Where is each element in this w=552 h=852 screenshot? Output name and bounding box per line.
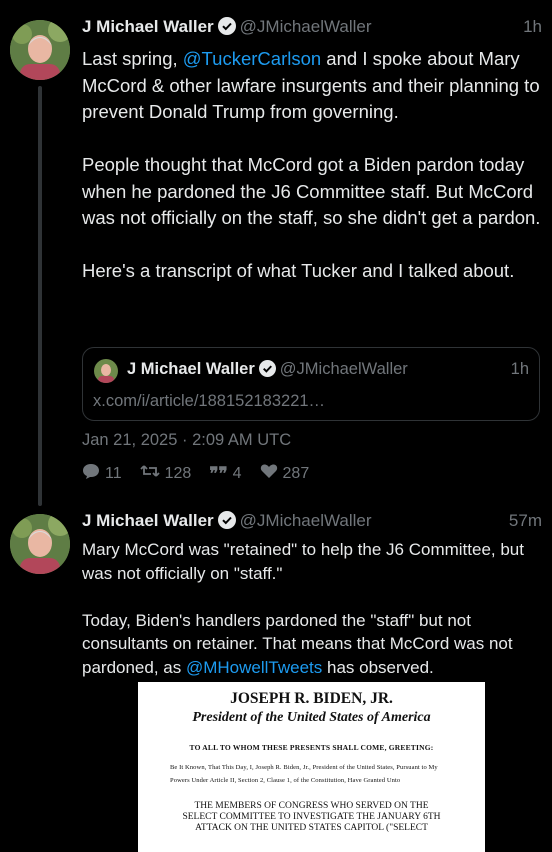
tweet-header: J Michael Waller @JMichaelWaller 1h	[82, 17, 542, 41]
document-greeting: TO ALL TO WHOM THESE PRESENTS SHALL COME…	[189, 743, 434, 752]
tweet-text-part: Mary McCord was "retained" to help the J…	[82, 540, 524, 677]
quote-time: 1h	[510, 360, 529, 378]
tweet-timestamp[interactable]: Jan 21, 2025 · 2:09 AM UTC	[82, 431, 291, 450]
reply-button[interactable]: 11	[82, 463, 122, 484]
document-subtitle: President of the United States of Americ…	[192, 710, 431, 725]
tweet-text-part: Last spring,	[82, 48, 183, 69]
quote-icon: ❞❞	[209, 463, 228, 483]
quote-button[interactable]: ❞❞ 4	[209, 464, 241, 484]
author-name[interactable]: J Michael Waller	[82, 511, 214, 530]
quote-author-handle: @JMichaelWaller	[279, 360, 408, 378]
quoted-tweet[interactable]: J Michael Waller @JMichaelWaller 1h x.com…	[82, 347, 540, 421]
tweet-text-part: has observed.	[322, 657, 434, 677]
tweet-time[interactable]: 1h	[523, 17, 542, 37]
author-handle[interactable]: @JMichaelWaller	[240, 17, 372, 36]
tweet-text-part: and I spoke about Mary McCord & other la…	[82, 48, 541, 281]
tweet-text: Mary McCord was "retained" to help the J…	[82, 538, 542, 679]
retweet-icon	[139, 463, 160, 484]
reply-icon	[82, 463, 100, 484]
like-count: 287	[282, 464, 310, 482]
tweet-header: J Michael Waller @JMichaelWaller 57m	[82, 511, 542, 535]
author-handle[interactable]: @JMichaelWaller	[240, 511, 372, 530]
thread-line	[38, 86, 42, 506]
verified-icon	[258, 360, 276, 382]
avatar[interactable]	[10, 514, 70, 574]
document-title: JOSEPH R. BIDEN, JR.	[230, 690, 393, 707]
author-name[interactable]: J Michael Waller	[82, 17, 214, 36]
mention-link[interactable]: @MHowellTweets	[186, 658, 322, 677]
like-button[interactable]: 287	[260, 463, 310, 484]
quote-count: 4	[232, 464, 242, 482]
quote-header: J Michael Waller @JMichaelWaller 1h	[127, 360, 529, 382]
tweet-text: Last spring, @TuckerCarlson and I spoke …	[82, 46, 542, 285]
verified-icon	[217, 17, 236, 40]
retweet-button[interactable]: 128	[139, 463, 192, 484]
quote-author-name: J Michael Waller	[127, 360, 255, 378]
quote-avatar	[94, 359, 118, 383]
mention-link[interactable]: @TuckerCarlson	[183, 48, 321, 69]
avatar[interactable]	[10, 20, 70, 80]
retweet-count: 128	[164, 464, 192, 482]
heart-icon	[260, 463, 278, 484]
document-text: Be It Known, That This Day, I, Joseph R.…	[170, 764, 438, 784]
pardon-document-image[interactable]: JOSEPH R. BIDEN, JR. President of the Un…	[138, 682, 485, 852]
document-caps-text: THE MEMBERS OF CONGRESS WHO SERVED ON TH…	[182, 801, 441, 833]
reply-count: 11	[105, 464, 122, 482]
verified-icon	[217, 511, 236, 534]
tweet-actions: 11 128 ❞❞ 4 287	[82, 463, 309, 484]
tweet-time[interactable]: 57m	[509, 511, 542, 531]
quote-article-link[interactable]: x.com/i/article/188152183221…	[93, 392, 325, 411]
